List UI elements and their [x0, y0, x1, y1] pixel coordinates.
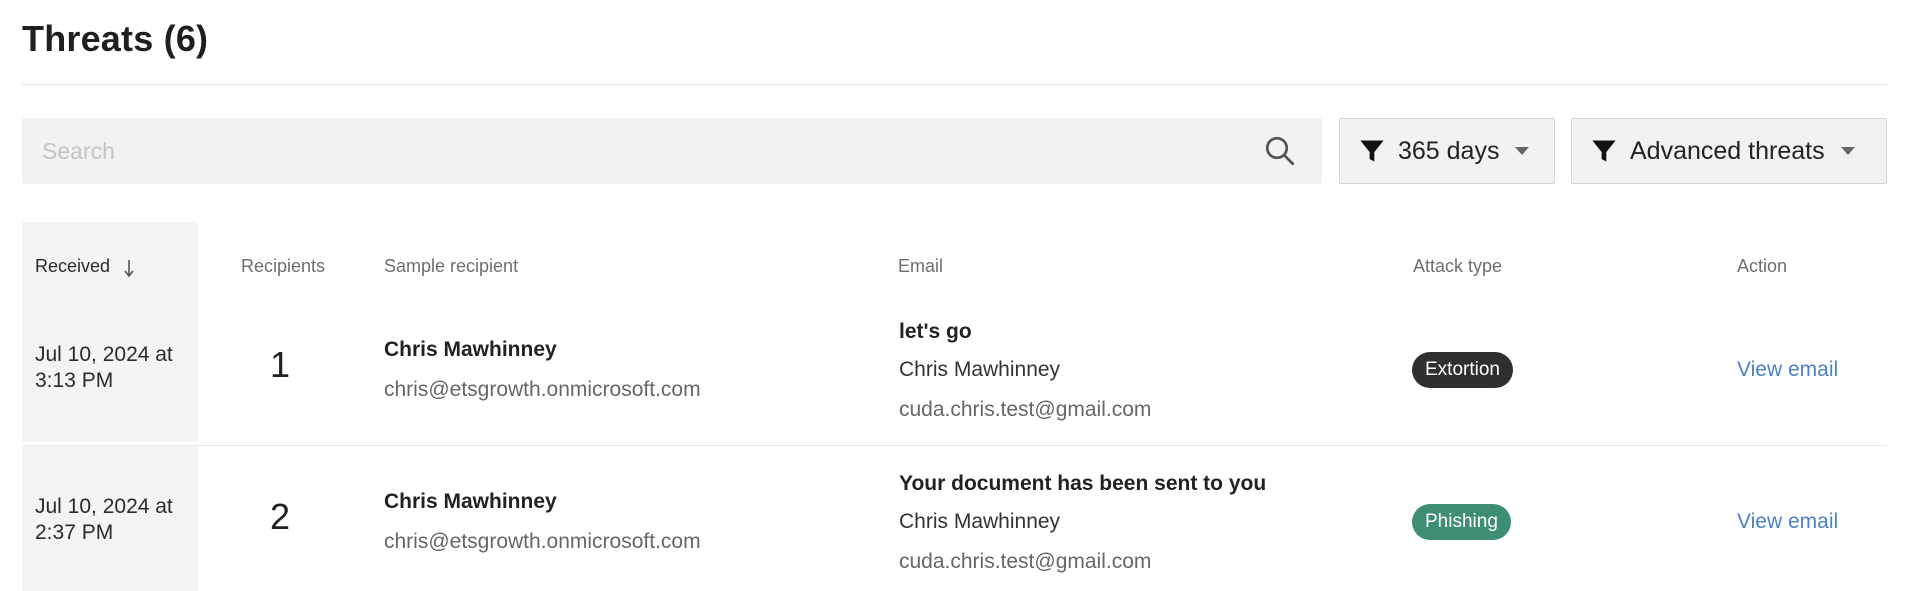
column-header-email: Email [898, 256, 944, 276]
received-cell: Jul 10, 2024 at 2:37 PM [22, 446, 198, 591]
recipients-count: 1 [270, 344, 291, 385]
caret-down-icon [1515, 147, 1530, 155]
recipient-name: Chris Mawhinney [384, 490, 557, 513]
view-email-link[interactable]: View email [1737, 358, 1838, 382]
recipient-email: chris@etsgrowth.onmicrosoft.com [384, 378, 701, 401]
email-sender-address: cuda.chris.test@gmail.com [899, 398, 1152, 421]
caret-down-icon [1840, 147, 1855, 155]
email-sender-address: cuda.chris.test@gmail.com [899, 550, 1152, 573]
filter-icon [1360, 140, 1384, 162]
threats-page: Threats (6) 365 days Advanced threats Re… [0, 0, 1907, 591]
view-email-link[interactable]: View email [1737, 510, 1838, 534]
column-header-received[interactable]: Received [35, 256, 110, 277]
received-date: Jul 10, 2024 at 3:13 PM [35, 343, 173, 392]
filter-icon [1592, 140, 1616, 162]
page-title: Threats (6) [22, 18, 209, 59]
table-row[interactable]: Jul 10, 2024 at 3:13 PM 1 Chris Mawhinne… [22, 294, 1887, 442]
title-divider [22, 84, 1887, 85]
email-sender: Chris Mawhinney [899, 358, 1061, 381]
email-sender: Chris Mawhinney [899, 510, 1061, 533]
days-filter-dropdown[interactable]: 365 days [1339, 118, 1555, 184]
attack-type-badge: Phishing [1412, 504, 1511, 540]
received-cell: Jul 10, 2024 at 3:13 PM [22, 294, 198, 442]
attack-type-badge: Extortion [1412, 352, 1513, 388]
column-header-action: Action [1737, 256, 1788, 276]
email-subject: let's go [899, 320, 972, 343]
recipients-count: 2 [270, 496, 291, 537]
search-input[interactable] [22, 118, 1262, 184]
days-filter-label: 365 days [1398, 136, 1500, 165]
threat-type-filter-dropdown[interactable]: Advanced threats [1571, 118, 1887, 184]
search-box[interactable] [22, 118, 1322, 184]
column-header-attack-type: Attack type [1413, 256, 1503, 276]
recipient-email: chris@etsgrowth.onmicrosoft.com [384, 530, 701, 553]
column-header-sample-recipient: Sample recipient [384, 256, 519, 276]
arrow-down-icon[interactable] [122, 258, 136, 278]
column-header-recipients: Recipients [241, 256, 326, 276]
email-subject: Your document has been sent to you [899, 472, 1267, 495]
threat-type-filter-label: Advanced threats [1630, 136, 1825, 165]
table-row[interactable]: Jul 10, 2024 at 2:37 PM 2 Chris Mawhinne… [22, 446, 1887, 591]
received-date: Jul 10, 2024 at 2:37 PM [35, 495, 173, 544]
search-icon[interactable] [1262, 133, 1298, 169]
recipient-name: Chris Mawhinney [384, 338, 557, 361]
